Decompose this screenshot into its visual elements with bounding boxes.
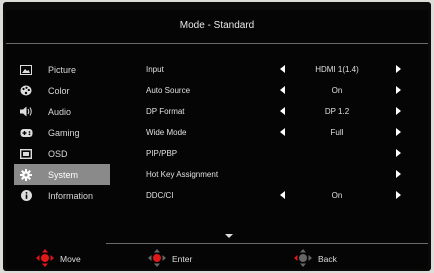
setting-row-hot-key-assignment[interactable]: Hot Key Assignment [137, 164, 407, 185]
setting-label: Hot Key Assignment [146, 170, 219, 179]
setting-row-ddc-ci[interactable]: DDC/CI On [137, 185, 407, 206]
arrow-left-icon[interactable] [280, 86, 285, 94]
sidebar-item-osd[interactable]: OSD [14, 143, 110, 164]
setting-row-pip-pbp[interactable]: PIP/PBP [137, 143, 407, 164]
speaker-icon [16, 101, 36, 122]
arrow-right-icon[interactable] [396, 65, 401, 73]
palette-icon [16, 80, 36, 101]
osd-menu: Mode - Standard Picture Color Audio Gami… [6, 10, 428, 269]
picture-icon [16, 59, 36, 80]
setting-row-input[interactable]: Input HDMI 1(1.4) [137, 59, 407, 80]
sidebar-item-color[interactable]: Color [14, 80, 110, 101]
sidebar-item-picture[interactable]: Picture [14, 59, 110, 80]
footer-move: Move [36, 249, 81, 269]
arrow-left-icon[interactable] [280, 128, 285, 136]
setting-label: Input [146, 65, 164, 74]
gamepad-icon [16, 122, 36, 143]
sidebar-item-label: Gaming [48, 127, 80, 138]
arrow-right-icon[interactable] [396, 86, 401, 94]
footer-back-label: Back [318, 254, 337, 264]
sidebar-item-label: Picture [48, 64, 77, 75]
setting-label: Auto Source [146, 86, 191, 95]
page-title: Mode - Standard [179, 20, 255, 31]
setting-label: DDC/CI [146, 191, 174, 200]
sidebar-item-information[interactable]: Information [14, 185, 110, 206]
setting-value: Full [330, 128, 344, 137]
dpad-enter-icon [148, 249, 166, 269]
monitor-screen: Mode - Standard Picture Color Audio Gami… [3, 2, 431, 271]
sidebar-item-label: System [48, 169, 79, 180]
footer-bar: Move Enter Back [6, 249, 428, 269]
setting-label: DP Format [146, 107, 185, 116]
sidebar: Picture Color Audio Gaming OSD System In… [14, 59, 110, 206]
sidebar-item-audio[interactable]: Audio [14, 101, 110, 122]
sidebar-item-label: Audio [48, 106, 72, 117]
sidebar-item-system[interactable]: System [14, 164, 110, 185]
arrow-left-icon[interactable] [280, 107, 285, 115]
footer-enter: Enter [148, 249, 192, 269]
arrow-right-icon[interactable] [396, 128, 401, 136]
setting-row-auto-source[interactable]: Auto Source On [137, 80, 407, 101]
arrow-right-icon[interactable] [396, 149, 401, 157]
setting-label: PIP/PBP [146, 149, 178, 158]
dpad-back-icon [294, 249, 312, 269]
sidebar-item-label: Color [48, 85, 70, 96]
arrow-right-icon[interactable] [396, 107, 401, 115]
setting-value: HDMI 1(1.4) [315, 65, 359, 74]
dpad-move-icon [36, 249, 54, 269]
arrow-right-icon[interactable] [396, 191, 401, 199]
footer-move-label: Move [60, 254, 81, 264]
scroll-down-icon[interactable] [225, 234, 233, 238]
setting-row-wide-mode[interactable]: Wide Mode Full [137, 122, 407, 143]
footer-divider [106, 243, 428, 244]
footer-enter-label: Enter [172, 254, 193, 264]
gear-icon [16, 164, 36, 185]
settings-list: Input HDMI 1(1.4) Auto Source On DP Form… [137, 59, 407, 206]
arrow-left-icon[interactable] [280, 65, 285, 73]
setting-value: On [331, 86, 343, 95]
footer-back: Back [294, 249, 337, 269]
arrow-right-icon[interactable] [396, 170, 401, 178]
arrow-left-icon[interactable] [280, 191, 285, 199]
info-icon [16, 185, 36, 206]
osd-icon [16, 143, 36, 164]
sidebar-item-gaming[interactable]: Gaming [14, 122, 110, 143]
sidebar-item-label: Information [48, 190, 94, 201]
title-divider [6, 43, 428, 44]
setting-value: On [331, 191, 343, 200]
setting-value: DP 1.2 [324, 107, 350, 116]
setting-label: Wide Mode [146, 128, 187, 137]
sidebar-item-label: OSD [48, 148, 68, 159]
setting-row-dp-format[interactable]: DP Format DP 1.2 [137, 101, 407, 122]
